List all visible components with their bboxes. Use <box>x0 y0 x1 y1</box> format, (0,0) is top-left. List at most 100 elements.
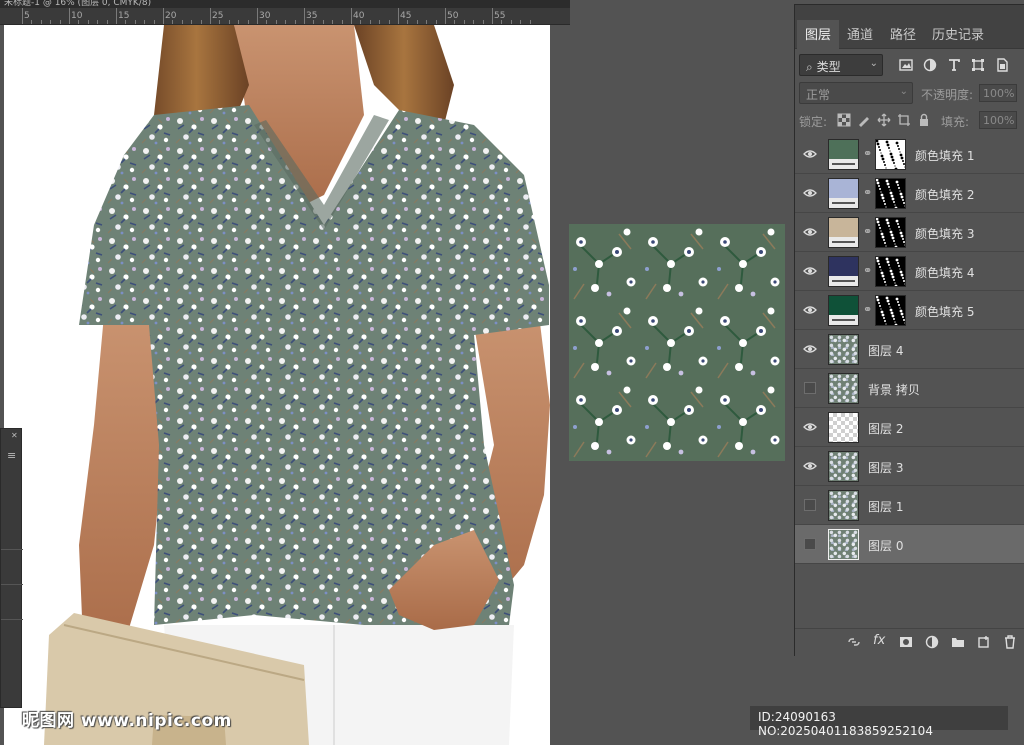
close-icon[interactable]: ✕ <box>11 431 18 440</box>
lock-all-icon[interactable] <box>917 113 931 127</box>
layer-name[interactable]: 背景 拷贝 <box>868 381 920 398</box>
fill-label: 填充: <box>941 115 970 129</box>
ruler-tick-label: 40 <box>353 11 365 21</box>
chain-link-icon[interactable]: ⚭ <box>863 186 872 199</box>
layer-name[interactable]: 图层 0 <box>868 537 903 554</box>
layer-row[interactable]: ⚭ 颜色填充 1 <box>795 135 1024 174</box>
eye-icon[interactable] <box>803 226 817 238</box>
eye-icon[interactable] <box>803 148 817 160</box>
visibility-toggle[interactable] <box>804 538 816 550</box>
layer-name[interactable]: 图层 2 <box>868 420 903 437</box>
ruler-tick-label: 10 <box>71 11 83 21</box>
layer-name[interactable]: 颜色填充 2 <box>915 186 974 203</box>
layer-mask-thumbnail[interactable] <box>875 178 906 209</box>
eye-icon[interactable] <box>803 265 817 277</box>
layer-mask-thumbnail[interactable] <box>875 139 906 170</box>
add-mask-icon[interactable] <box>899 635 913 649</box>
new-group-icon[interactable] <box>951 635 965 649</box>
new-adjustment-layer-icon[interactable] <box>925 635 939 649</box>
layer-name[interactable]: 颜色填充 4 <box>915 264 974 281</box>
new-layer-icon[interactable] <box>977 635 991 649</box>
floral-pattern <box>569 224 785 461</box>
layer-row[interactable]: 图层 3 <box>795 447 1024 486</box>
layer-thumbnail <box>828 451 859 482</box>
fx-icon[interactable]: fx <box>873 633 887 648</box>
fill-layer-thumbnail <box>828 139 859 170</box>
tab-channels[interactable]: 通道 <box>839 20 881 49</box>
eye-icon[interactable] <box>803 460 817 472</box>
fill-layer-thumbnail <box>828 256 859 287</box>
layer-name[interactable]: 图层 4 <box>868 342 903 359</box>
layer-mask-thumbnail[interactable] <box>875 295 906 326</box>
layer-list: ⚭ 颜色填充 1 ⚭ 颜色填充 2 ⚭ 颜色填充 3 ⚭ 颜色填充 4 ⚭ 颜色填充 5 图层 4 背… <box>795 135 1024 564</box>
watermark-id: ID:24090163 NO:20250401183859252104 <box>750 706 1008 738</box>
layer-row[interactable]: 背景 拷贝 <box>795 369 1024 408</box>
layer-name[interactable]: 颜色填充 1 <box>915 147 974 164</box>
tab-history[interactable]: 历史记录 <box>924 20 992 49</box>
smart-object-filter-icon[interactable] <box>995 58 1009 72</box>
eye-icon[interactable] <box>803 304 817 316</box>
model-photo <box>44 25 550 745</box>
document-title: 未标题-1 @ 16% (图层 0, CMYK/8) <box>0 0 570 8</box>
layer-name[interactable]: 颜色填充 5 <box>915 303 974 320</box>
tab-layers[interactable]: 图层 <box>797 20 840 49</box>
text-filter-icon[interactable] <box>947 58 961 72</box>
ruler-tick-label: 5 <box>24 11 30 21</box>
fill-layer-thumbnail <box>828 217 859 248</box>
lock-position-icon[interactable] <box>877 113 891 127</box>
blend-mode-select[interactable]: 正常 ⌄ <box>799 82 913 104</box>
ruler-tick-label: 35 <box>306 11 318 21</box>
ruler-tick-label: 15 <box>118 11 130 21</box>
eye-icon[interactable] <box>803 343 817 355</box>
blend-mode-value: 正常 <box>806 88 831 102</box>
fill-input[interactable]: 100% <box>979 111 1017 129</box>
eye-icon[interactable] <box>803 187 817 199</box>
opacity-input[interactable]: 100% <box>979 84 1017 102</box>
lock-image-pixels-icon[interactable] <box>857 113 871 127</box>
layer-filter-select[interactable]: ⌕ 类型 ⌄ <box>799 54 883 76</box>
layer-mask-thumbnail[interactable] <box>875 217 906 248</box>
layer-row[interactable]: ⚭ 颜色填充 2 <box>795 174 1024 213</box>
eye-icon[interactable] <box>803 421 817 433</box>
layer-mask-thumbnail[interactable] <box>875 256 906 287</box>
shape-filter-icon[interactable] <box>971 58 985 72</box>
layer-thumbnail <box>828 529 859 560</box>
chevron-down-icon: ⌄ <box>869 58 878 69</box>
layer-thumbnail <box>828 412 859 443</box>
collapsed-panel-strip[interactable]: ✕ ≡ <box>0 428 23 708</box>
layer-row[interactable]: ⚭ 颜色填充 5 <box>795 291 1024 330</box>
ruler-tick-label: 30 <box>259 11 271 21</box>
layer-row[interactable]: 图层 4 <box>795 330 1024 369</box>
layer-row[interactable]: ⚭ 颜色填充 4 <box>795 252 1024 291</box>
tab-paths[interactable]: 路径 <box>882 20 924 49</box>
layer-row[interactable]: 图层 0 <box>795 525 1024 564</box>
visibility-toggle[interactable] <box>804 382 816 394</box>
chain-link-icon[interactable]: ⚭ <box>863 264 872 277</box>
delete-layer-icon[interactable] <box>1003 635 1017 649</box>
layer-name[interactable]: 图层 1 <box>868 498 903 515</box>
filter-label: 类型 <box>816 60 841 74</box>
chain-link-icon[interactable]: ⚭ <box>863 147 872 160</box>
adjustment-filter-icon[interactable] <box>923 58 937 72</box>
layer-row[interactable]: 图层 1 <box>795 486 1024 525</box>
ruler-tick-label: 45 <box>400 11 412 21</box>
chain-link-icon[interactable]: ⚭ <box>863 225 872 238</box>
document-canvas[interactable] <box>4 25 550 745</box>
opacity-label: 不透明度: <box>921 88 974 102</box>
fill-layer-thumbnail <box>828 295 859 326</box>
layer-thumbnail <box>828 490 859 521</box>
visibility-toggle[interactable] <box>804 499 816 511</box>
layer-row[interactable]: 图层 2 <box>795 408 1024 447</box>
layer-thumbnail <box>828 334 859 365</box>
chain-link-icon[interactable]: ⚭ <box>863 303 872 316</box>
panel-menu-icon[interactable]: ≡ <box>7 449 16 462</box>
image-filter-icon[interactable] <box>899 58 913 72</box>
lock-artboard-icon[interactable] <box>897 113 911 127</box>
layers-panel-footer: fx <box>795 628 1024 656</box>
link-layers-icon[interactable] <box>847 635 861 649</box>
ruler-tick-label: 55 <box>494 11 506 21</box>
layer-name[interactable]: 颜色填充 3 <box>915 225 974 242</box>
lock-transparent-pixels-icon[interactable] <box>837 113 851 127</box>
layer-row[interactable]: ⚭ 颜色填充 3 <box>795 213 1024 252</box>
layer-name[interactable]: 图层 3 <box>868 459 903 476</box>
